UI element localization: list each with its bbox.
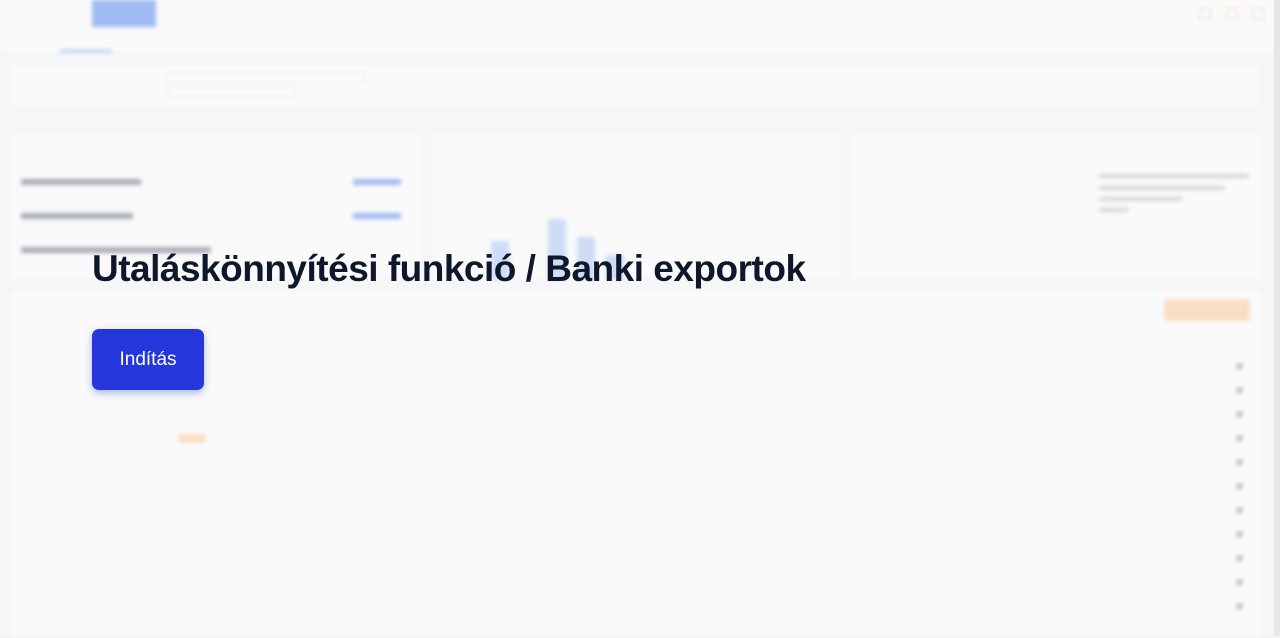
modal-overlay (0, 0, 1280, 636)
feature-title: Utaláskönnyítési funkció / Banki exporto… (92, 248, 806, 289)
start-button[interactable]: Indítás (92, 329, 204, 390)
scrollbar[interactable] (1274, 0, 1280, 636)
